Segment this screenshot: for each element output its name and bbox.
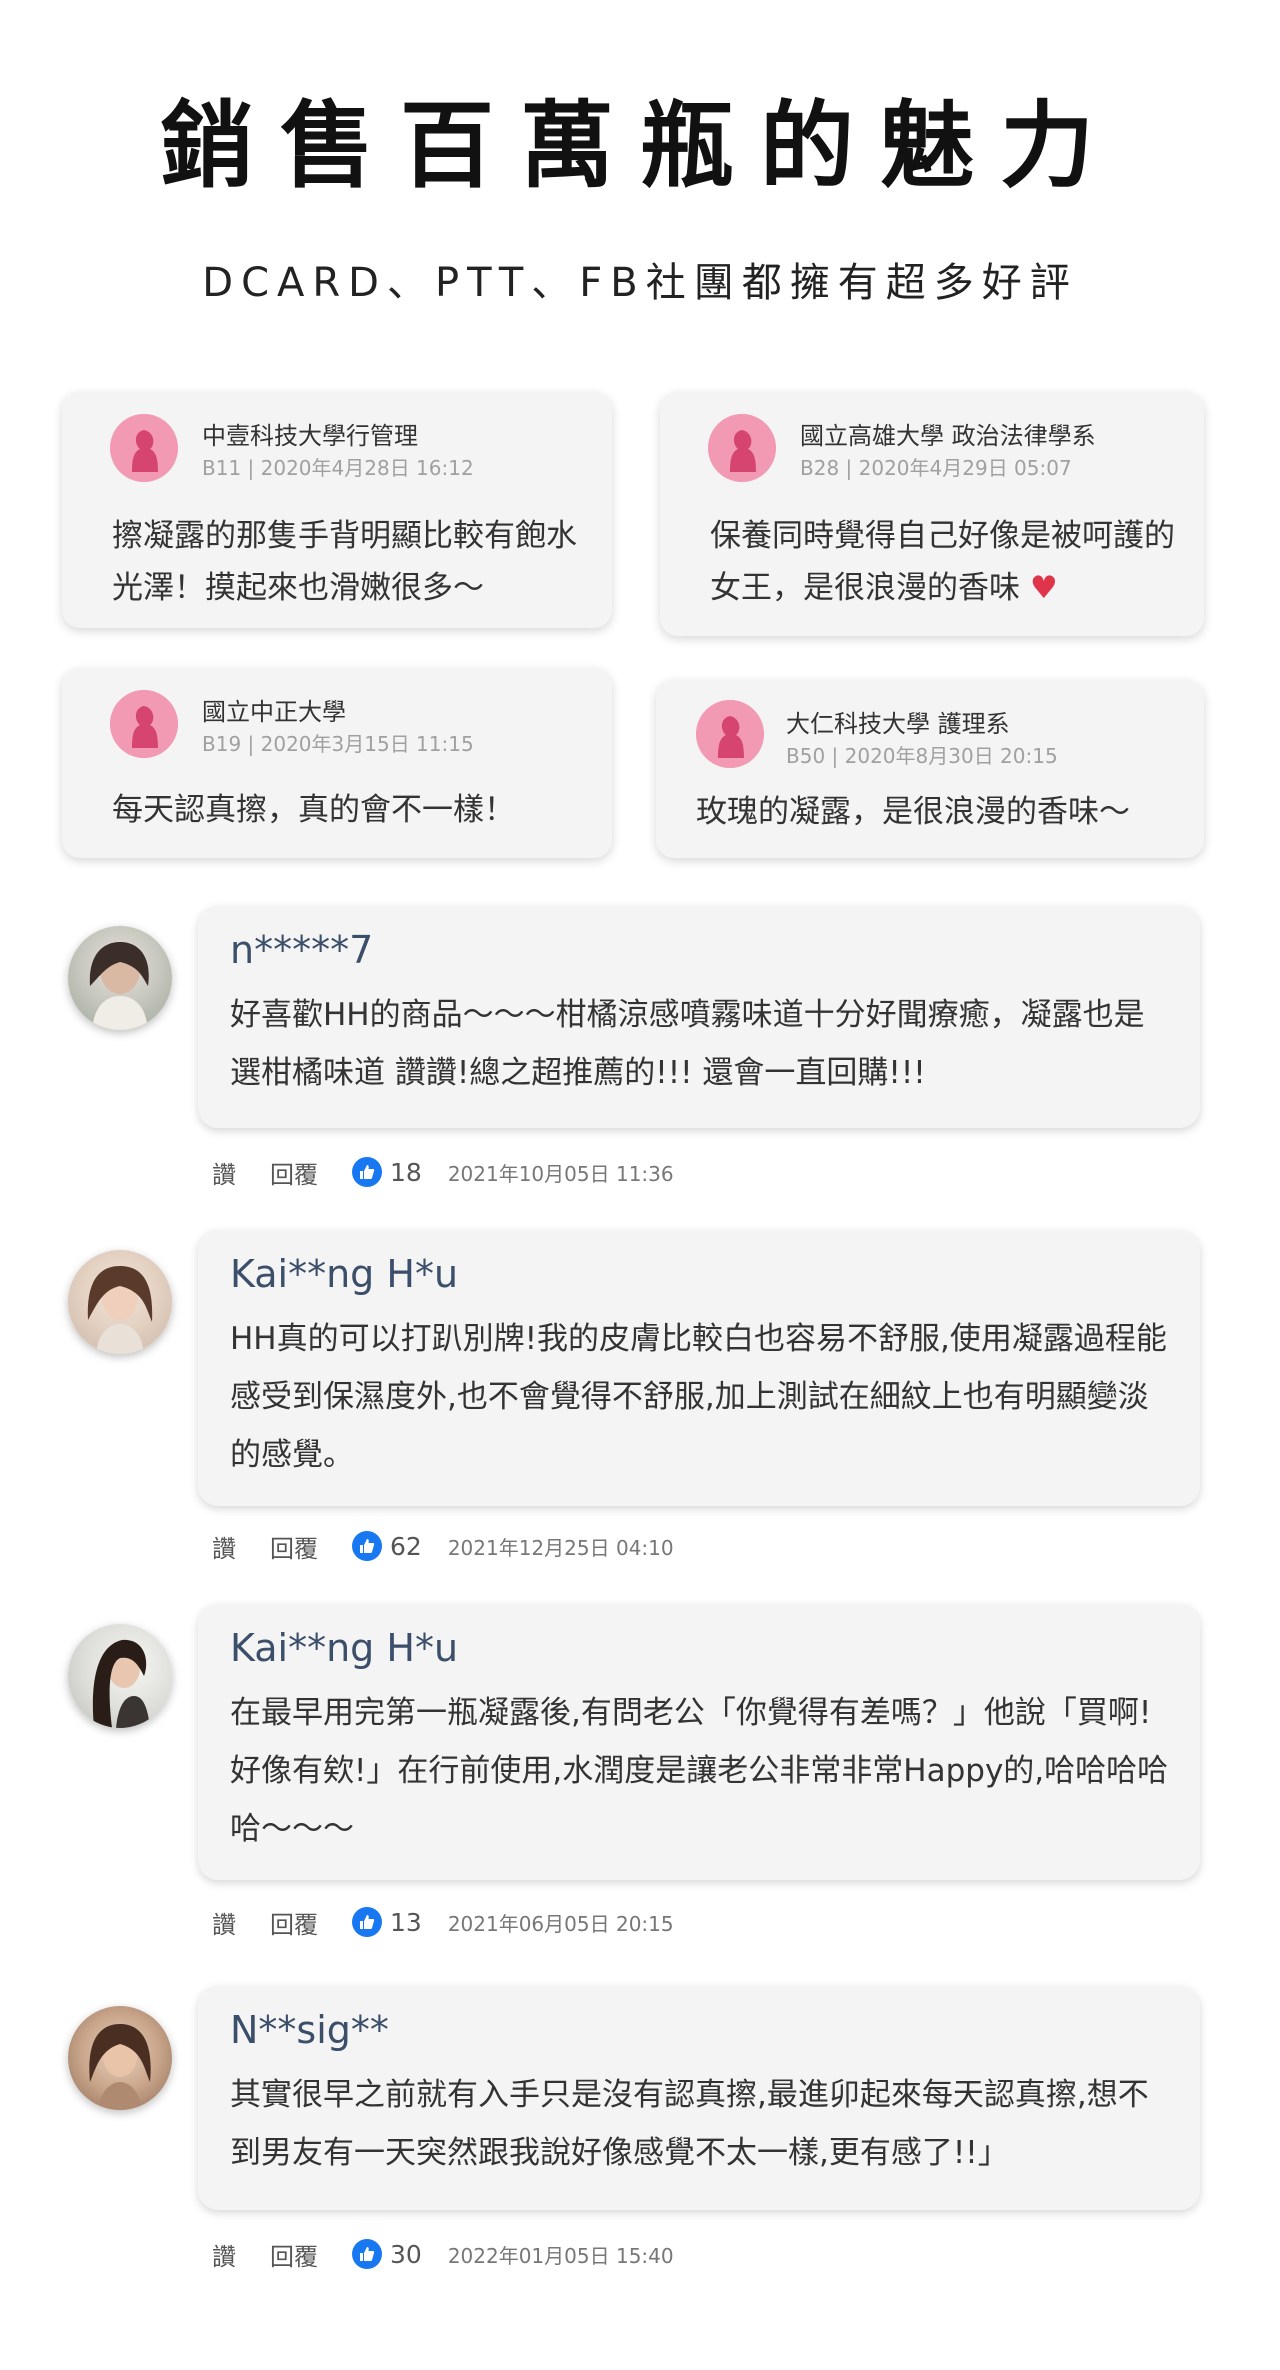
card-meta: B50 | 2020年8月30日 20:15 <box>786 744 1058 768</box>
page-title: 銷售百萬瓶的魅力 <box>159 91 1120 201</box>
comment-username[interactable]: n*****7 <box>230 928 373 972</box>
heart-icon: ♥ <box>1029 570 1058 606</box>
card-school: 國立中正大學 <box>202 698 346 726</box>
card-meta: B19 | 2020年3月15日 11:15 <box>202 732 474 756</box>
comment-text: 好喜歡HH的商品～～～柑橘涼感噴霧味道十分好聞療癒，凝露也是選柑橘味道 讚讚!總… <box>230 997 1145 1091</box>
card-text: 擦凝露的那隻手背明顯比較有飽水光澤！摸起來也滑嫩很多～ <box>112 518 577 606</box>
comment-actions: 讚 回覆 13 2021年06月05日 20:15 <box>212 1902 674 1942</box>
comment-username[interactable]: N**sig** <box>230 2008 389 2052</box>
thumbs-up-icon <box>352 2239 382 2269</box>
forum-card: 國立中正大學 B19 | 2020年3月15日 11:15 每天認真擦，真的會不… <box>62 668 612 858</box>
like-count: 30 <box>390 2239 422 2269</box>
comment-bubble: Kai**ng H*u 在最早用完第一瓶凝露後,有問老公「你覺得有差嗎？」他說「… <box>198 1604 1200 1880</box>
card-school: 大仁科技大學 護理系 <box>786 710 1010 738</box>
female-avatar-icon <box>110 414 178 482</box>
comment-time: 2021年06月05日 20:15 <box>447 1911 674 1936</box>
card-school: 中壹科技大學行管理 <box>202 422 418 450</box>
thumbs-up-icon <box>352 1531 382 1561</box>
user-avatar <box>68 926 172 1030</box>
reply-link[interactable]: 回覆 <box>270 1905 318 1940</box>
forum-card: 國立高雄大學 政治法律學系 B28 | 2020年4月29日 05:07 保養同… <box>660 392 1204 636</box>
user-avatar <box>68 1624 172 1728</box>
comment-time: 2021年10月05日 11:36 <box>447 1161 674 1186</box>
comment-bubble: Kai**ng H*u HH真的可以打趴別牌!我的皮膚比較白也容易不舒服,使用凝… <box>198 1230 1200 1506</box>
thumbs-up-icon <box>352 1907 382 1937</box>
like-link[interactable]: 讚 <box>212 1529 236 1564</box>
forum-card: 大仁科技大學 護理系 B50 | 2020年8月30日 20:15 玫瑰的凝露，… <box>656 680 1204 858</box>
comment-text: 在最早用完第一瓶凝露後,有問老公「你覺得有差嗎？」他說「買啊!好像有欸!」在行前… <box>230 1695 1169 1847</box>
comment-username[interactable]: Kai**ng H*u <box>230 1626 458 1670</box>
user-avatar <box>68 2006 172 2110</box>
comment-bubble: n*****7 好喜歡HH的商品～～～柑橘涼感噴霧味道十分好聞療癒，凝露也是選柑… <box>198 906 1200 1128</box>
comment-username[interactable]: Kai**ng H*u <box>230 1252 458 1296</box>
comment-bubble: N**sig** 其實很早之前就有入手只是沒有認真擦,最進卯起來每天認真擦,想不… <box>198 1986 1200 2210</box>
female-avatar-icon <box>110 690 178 758</box>
card-text-content: 保養同時覺得自己好像是被呵護的女王，是很浪漫的香味 <box>710 518 1175 606</box>
female-avatar-icon <box>696 700 764 768</box>
card-text: 玫瑰的凝露，是很浪漫的香味～ <box>696 794 1130 830</box>
reply-link[interactable]: 回覆 <box>270 1155 318 1190</box>
comment-actions: 讚 回覆 18 2021年10月05日 11:36 <box>212 1152 674 1192</box>
user-avatar <box>68 1250 172 1354</box>
like-link[interactable]: 讚 <box>212 1905 236 1940</box>
like-link[interactable]: 讚 <box>212 2237 236 2272</box>
card-text: 保養同時覺得自己好像是被呵護的女王，是很浪漫的香味 ♥ <box>710 510 1184 614</box>
female-avatar-icon <box>708 414 776 482</box>
card-meta: B28 | 2020年4月29日 05:07 <box>800 456 1072 480</box>
like-count: 62 <box>390 1531 422 1561</box>
comment-text: HH真的可以打趴別牌!我的皮膚比較白也容易不舒服,使用凝露過程能感受到保濕度外,… <box>230 1321 1167 1473</box>
comment-text: 其實很早之前就有入手只是沒有認真擦,最進卯起來每天認真擦,想不到男友有一天突然跟… <box>230 2077 1149 2171</box>
like-count: 18 <box>390 1157 422 1187</box>
like-link[interactable]: 讚 <box>212 1155 236 1190</box>
page-subtitle: DCARD、PTT、FB社團都擁有超多好評 <box>202 260 1078 306</box>
reply-link[interactable]: 回覆 <box>270 1529 318 1564</box>
comment-time: 2022年01月05日 15:40 <box>447 2243 674 2268</box>
like-count: 13 <box>390 1907 422 1937</box>
card-text: 每天認真擦，真的會不一樣！ <box>112 792 515 828</box>
comment-actions: 讚 回覆 62 2021年12月25日 04:10 <box>212 1526 674 1566</box>
card-meta: B11 | 2020年4月28日 16:12 <box>202 456 474 480</box>
card-school: 國立高雄大學 政治法律學系 <box>800 422 1096 450</box>
comment-actions: 讚 回覆 30 2022年01月05日 15:40 <box>212 2234 674 2274</box>
thumbs-up-icon <box>352 1157 382 1187</box>
comment-time: 2021年12月25日 04:10 <box>447 1535 674 1560</box>
reply-link[interactable]: 回覆 <box>270 2237 318 2272</box>
forum-card: 中壹科技大學行管理 B11 | 2020年4月28日 16:12 擦凝露的那隻手… <box>62 392 612 628</box>
